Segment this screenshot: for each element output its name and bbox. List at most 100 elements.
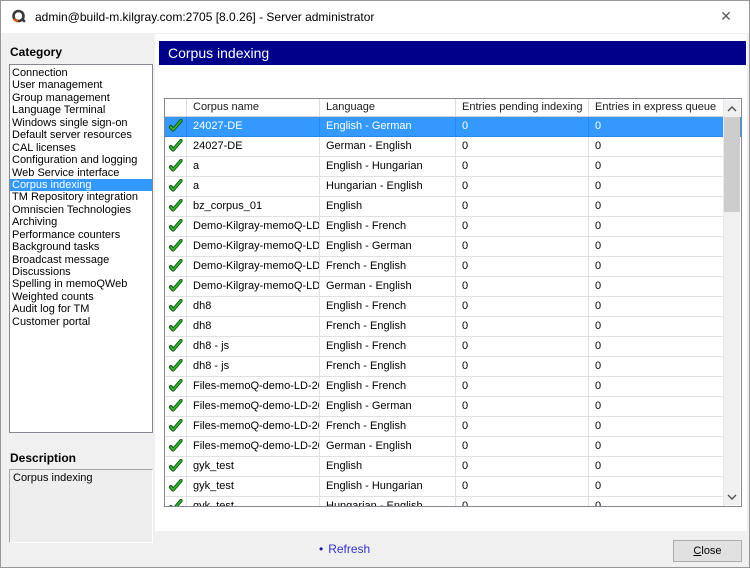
sidebar-item-audit-log-for-tm[interactable]: Audit log for TM [10, 303, 152, 315]
cell-name: dh8 [187, 297, 320, 317]
sidebar-item-default-server-resources[interactable]: Default server resources [10, 129, 152, 141]
sidebar-item-web-service-interface[interactable]: Web Service interface [10, 167, 152, 179]
cell-language: Hungarian - English [320, 497, 456, 506]
check-icon [165, 437, 187, 457]
table-row[interactable]: gyk_testEnglish00 [165, 457, 741, 477]
sidebar-item-discussions[interactable]: Discussions [10, 266, 152, 278]
check-icon [165, 337, 187, 357]
main-panel: Corpus indexing Corpus name Language Ent… [155, 34, 747, 531]
window-close-button[interactable]: ✕ [703, 1, 749, 32]
table-row[interactable]: dh8 - jsEnglish - French00 [165, 337, 741, 357]
sidebar-item-weighted-counts[interactable]: Weighted counts [10, 291, 152, 303]
cell-name: Demo-Kilgray-memoQ-LD-2... [187, 277, 320, 297]
cell-express: 0 [589, 377, 724, 397]
table-row[interactable]: Files-memoQ-demo-LD-2015French - English… [165, 417, 741, 437]
sidebar-item-windows-single-sign-on[interactable]: Windows single sign-on [10, 117, 152, 129]
table-row[interactable]: Files-memoQ-demo-LD-2015English - German… [165, 397, 741, 417]
cell-pending: 0 [456, 477, 589, 497]
cell-express: 0 [589, 457, 724, 477]
column-header-entries-express[interactable]: Entries in express queue [589, 99, 724, 117]
column-header-corpus-name[interactable]: Corpus name [187, 99, 320, 117]
cell-name: a [187, 177, 320, 197]
table-row[interactable]: Files-memoQ-demo-LD-2015German - English… [165, 437, 741, 457]
sidebar-item-performance-counters[interactable]: Performance counters [10, 229, 152, 241]
partial-table-row[interactable]: gyk_testHungarian - English00 [165, 497, 741, 506]
sidebar-item-background-tasks[interactable]: Background tasks [10, 241, 152, 253]
table-row[interactable]: dh8French - English00 [165, 317, 741, 337]
cell-language: Hungarian - English [320, 177, 456, 197]
table-row[interactable]: aEnglish - Hungarian00 [165, 157, 741, 177]
table-row[interactable]: dh8 - jsFrench - English00 [165, 357, 741, 377]
table-row[interactable]: Demo-Kilgray-memoQ-LD-2...English - Germ… [165, 237, 741, 257]
scroll-up-icon[interactable] [724, 100, 740, 117]
cell-name: Files-memoQ-demo-LD-2015 [187, 437, 320, 457]
cell-express: 0 [589, 117, 724, 137]
cell-name: 24027-DE [187, 117, 320, 137]
sidebar-item-tm-repository-integration[interactable]: TM Repository integration [10, 191, 152, 203]
app-icon [11, 9, 27, 25]
table-row[interactable]: Files-memoQ-demo-LD-2015English - French… [165, 377, 741, 397]
cell-pending: 0 [456, 177, 589, 197]
column-header-entries-pending[interactable]: Entries pending indexing [456, 99, 589, 117]
check-icon [165, 457, 187, 477]
sidebar-item-connection[interactable]: Connection [10, 67, 152, 79]
table-row[interactable]: gyk_testHungarian - English00 [165, 497, 741, 506]
sidebar-item-customer-portal[interactable]: Customer portal [10, 316, 152, 328]
cell-express: 0 [589, 217, 724, 237]
refresh-row: • Refresh [319, 542, 370, 556]
table-row[interactable]: Demo-Kilgray-memoQ-LD-2...English - Fren… [165, 217, 741, 237]
table-row[interactable]: 24027-DEEnglish - German00 [165, 117, 741, 137]
column-header-status[interactable] [165, 99, 187, 117]
table-row[interactable]: Demo-Kilgray-memoQ-LD-2...German - Engli… [165, 277, 741, 297]
sidebar-item-language-terminal[interactable]: Language Terminal [10, 104, 152, 116]
cell-language: English [320, 457, 456, 477]
close-button[interactable]: Close [673, 540, 742, 562]
vertical-scrollbar[interactable] [723, 100, 740, 505]
table-row[interactable]: 24027-DEGerman - English00 [165, 137, 741, 157]
scrollbar-thumb[interactable] [724, 117, 740, 212]
cell-pending: 0 [456, 217, 589, 237]
table-row[interactable]: bz_corpus_01English00 [165, 197, 741, 217]
cell-express: 0 [589, 417, 724, 437]
cell-pending: 0 [456, 397, 589, 417]
cell-pending: 0 [456, 117, 589, 137]
check-icon [165, 117, 187, 137]
sidebar-item-configuration-and-logging[interactable]: Configuration and logging [10, 154, 152, 166]
table-row[interactable]: aHungarian - English00 [165, 177, 741, 197]
sidebar-item-archiving[interactable]: Archiving [10, 216, 152, 228]
sidebar-item-group-management[interactable]: Group management [10, 92, 152, 104]
cell-language: English - French [320, 337, 456, 357]
category-group-label: Category [10, 45, 62, 59]
table-row[interactable]: dh8English - French00 [165, 297, 741, 317]
cell-pending: 0 [456, 317, 589, 337]
cell-language: French - English [320, 257, 456, 277]
sidebar-item-user-management[interactable]: User management [10, 79, 152, 91]
cell-name: dh8 - js [187, 357, 320, 377]
cell-express: 0 [589, 437, 724, 457]
sidebar-item-broadcast-message[interactable]: Broadcast message [10, 254, 152, 266]
cell-language: English - Hungarian [320, 157, 456, 177]
refresh-link[interactable]: Refresh [328, 542, 370, 556]
cell-language: English [320, 197, 456, 217]
cell-language: English - German [320, 237, 456, 257]
window-title: admin@build-m.kilgray.com:2705 [8.0.26] … [35, 10, 374, 24]
check-icon [165, 177, 187, 197]
table-row[interactable]: gyk_testEnglish - Hungarian00 [165, 477, 741, 497]
cell-name: Files-memoQ-demo-LD-2015 [187, 397, 320, 417]
corpus-table: Corpus name Language Entries pending ind… [164, 98, 742, 507]
sidebar-item-corpus-indexing[interactable]: Corpus indexing [10, 179, 152, 191]
cell-language: English - French [320, 377, 456, 397]
cell-express: 0 [589, 197, 724, 217]
sidebar-item-spelling-in-memoqweb[interactable]: Spelling in memoQWeb [10, 278, 152, 290]
check-icon [165, 277, 187, 297]
column-header-language[interactable]: Language [320, 99, 456, 117]
cell-express: 0 [589, 297, 724, 317]
cell-pending: 0 [456, 497, 589, 506]
cell-name: Demo-Kilgray-memoQ-LD-2... [187, 237, 320, 257]
table-row[interactable]: Demo-Kilgray-memoQ-LD-2...French - Engli… [165, 257, 741, 277]
sidebar-item-omniscien-technologies[interactable]: Omniscien Technologies [10, 204, 152, 216]
cell-express: 0 [589, 397, 724, 417]
sidebar-item-cal-licenses[interactable]: CAL licenses [10, 142, 152, 154]
cell-express: 0 [589, 277, 724, 297]
scroll-down-icon[interactable] [724, 488, 740, 505]
